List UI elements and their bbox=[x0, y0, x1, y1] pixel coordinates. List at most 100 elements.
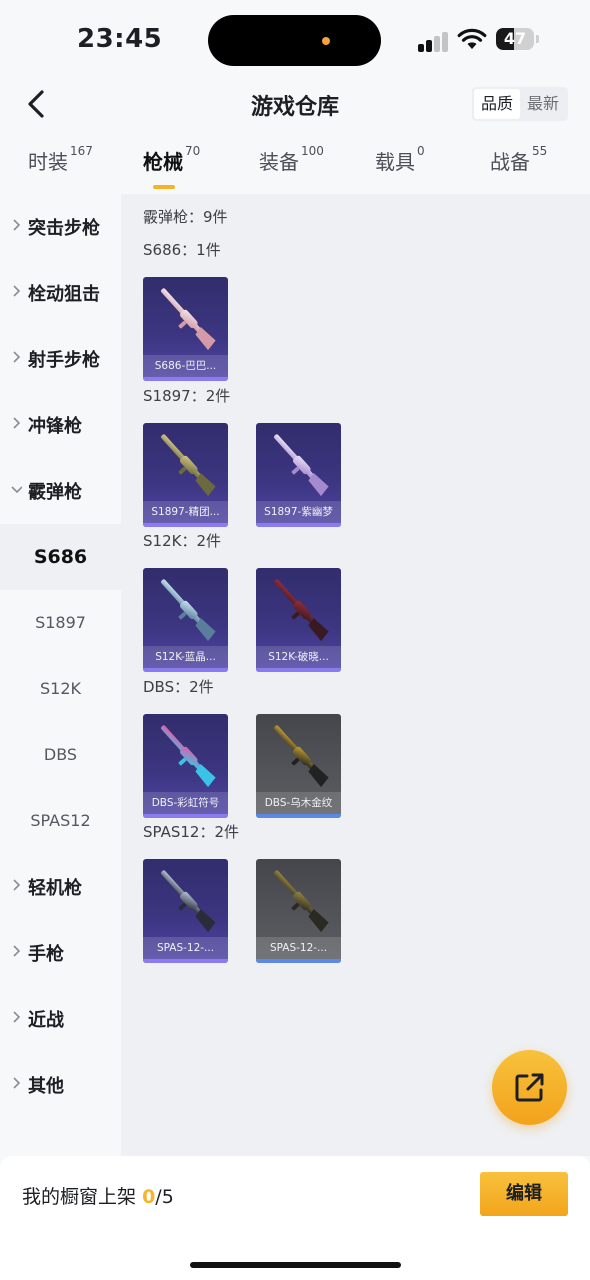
rarity-bar bbox=[143, 523, 228, 527]
sidebar-subcategory[interactable]: SPAS12 bbox=[0, 788, 121, 854]
item-card[interactable]: S12K-蓝晶... bbox=[143, 568, 228, 672]
share-button[interactable] bbox=[492, 1050, 567, 1125]
sidebar: 突击步枪栓动狙击射手步枪冲锋枪霰弹枪 S686 S1897 S12K DBS SPAS12… bbox=[0, 194, 121, 1156]
group-title: DBS：2件 bbox=[143, 678, 214, 696]
tab-1[interactable]: 枪械 70 bbox=[143, 144, 201, 175]
item-name: DBS-彩虹符号 bbox=[143, 792, 228, 814]
tab-2[interactable]: 装备 100 bbox=[259, 144, 324, 175]
weapon-image bbox=[160, 579, 216, 642]
sidebar-category[interactable]: 霰弹枪 bbox=[0, 458, 121, 524]
sidebar-category[interactable]: 近战 bbox=[0, 986, 121, 1052]
sidebar-category[interactable]: 冲锋枪 bbox=[0, 392, 121, 458]
sidebar-subcategory[interactable]: DBS bbox=[0, 722, 121, 788]
item-name: S1897-精团... bbox=[143, 501, 228, 523]
chevron-right-icon bbox=[13, 945, 21, 957]
item-name: DBS-乌木金纹 bbox=[256, 792, 341, 814]
tab-label: 枪械 bbox=[143, 150, 183, 174]
group-title: S1897：2件 bbox=[143, 387, 231, 405]
sidebar-category-label: 冲锋枪 bbox=[28, 416, 82, 437]
sidebar-category-label: 近战 bbox=[28, 1010, 64, 1031]
item-card[interactable]: SPAS-12-... bbox=[256, 859, 341, 963]
item-name: SPAS-12-... bbox=[256, 937, 341, 959]
weapon-image bbox=[273, 870, 329, 933]
group-title: SPAS12：2件 bbox=[143, 823, 240, 841]
item-card[interactable]: DBS-乌木金纹 bbox=[256, 714, 341, 818]
status-time: 23:45 bbox=[77, 24, 163, 54]
tab-label: 时装 bbox=[28, 150, 68, 174]
home-indicator[interactable] bbox=[190, 1262, 401, 1268]
sidebar-category-label: 手枪 bbox=[28, 944, 64, 965]
weapon-image bbox=[160, 725, 216, 788]
sidebar-subcategory[interactable]: S1897 bbox=[0, 590, 121, 656]
sidebar-category[interactable]: 突击步枪 bbox=[0, 194, 121, 260]
tab-count: 0 bbox=[417, 144, 425, 158]
showcase-total: /5 bbox=[155, 1186, 174, 1208]
sidebar-category[interactable]: 栓动狙击 bbox=[0, 260, 121, 326]
share-icon bbox=[515, 1073, 544, 1102]
tab-3[interactable]: 载具 0 bbox=[375, 144, 425, 175]
tab-label: 载具 bbox=[375, 150, 415, 174]
tab-label: 战备 bbox=[490, 150, 530, 174]
wifi-icon bbox=[457, 28, 487, 49]
rarity-bar bbox=[256, 814, 341, 818]
sidebar-category[interactable]: 射手步枪 bbox=[0, 326, 121, 392]
dynamic-island bbox=[208, 15, 381, 66]
tab-count: 70 bbox=[185, 144, 201, 158]
chevron-right-icon bbox=[13, 417, 21, 429]
weapon-image bbox=[273, 725, 329, 788]
sidebar-category-label: 轻机枪 bbox=[28, 878, 82, 899]
item-card[interactable]: S12K-破晓... bbox=[256, 568, 341, 672]
sidebar-category-label: 栓动狙击 bbox=[28, 284, 100, 305]
item-card[interactable]: S686-巴巴... bbox=[143, 277, 228, 381]
sidebar-subcategory[interactable]: S12K bbox=[0, 656, 121, 722]
rarity-bar bbox=[143, 668, 228, 672]
chevron-right-icon bbox=[13, 1077, 21, 1089]
sidebar-category-label: 射手步枪 bbox=[28, 350, 100, 371]
rarity-bar bbox=[143, 377, 228, 381]
rarity-bar bbox=[256, 523, 341, 527]
tab-4[interactable]: 战备 55 bbox=[490, 144, 548, 175]
item-card[interactable]: S1897-精团... bbox=[143, 423, 228, 527]
group-title: S12K：2件 bbox=[143, 532, 221, 550]
rarity-bar bbox=[256, 959, 341, 963]
weapon-image bbox=[160, 434, 216, 497]
sidebar-subcategory[interactable]: S686 bbox=[0, 524, 121, 590]
chevron-right-icon bbox=[13, 285, 21, 297]
sort-latest-button[interactable]: 最新 bbox=[520, 89, 566, 119]
edit-button[interactable]: 编辑 bbox=[480, 1172, 568, 1216]
category-tabs: 时装 167 枪械 70 装备 100 载具 0 战备 55 bbox=[0, 144, 590, 190]
status-bar: 23:45 47 bbox=[0, 0, 590, 80]
sidebar-category[interactable]: 轻机枪 bbox=[0, 854, 121, 920]
item-name: SPAS-12-... bbox=[143, 937, 228, 959]
chevron-right-icon bbox=[13, 1011, 21, 1023]
rarity-bar bbox=[143, 959, 228, 963]
showcase-label: 我的橱窗上架 bbox=[22, 1186, 137, 1208]
weapon-image bbox=[273, 579, 329, 642]
group-title: S686：1件 bbox=[143, 241, 221, 259]
weapon-image bbox=[273, 434, 329, 497]
item-grid: 霰弹枪：9件 S686：1件 S686-巴巴... S1897：2件 S1897-精团… bbox=[121, 194, 590, 1156]
battery-icon: 47 bbox=[496, 28, 534, 50]
chevron-down-icon bbox=[11, 486, 22, 494]
sidebar-category[interactable]: 其他 bbox=[0, 1052, 121, 1118]
showcase-count: 0 bbox=[142, 1186, 156, 1208]
item-card[interactable]: S1897-紫幽梦 bbox=[256, 423, 341, 527]
item-name: S12K-蓝晶... bbox=[143, 646, 228, 668]
sidebar-category-label: 突击步枪 bbox=[28, 218, 100, 239]
sort-toggle: 品质 最新 bbox=[472, 87, 568, 121]
sort-quality-button[interactable]: 品质 bbox=[474, 89, 520, 119]
chevron-right-icon bbox=[13, 351, 21, 363]
sidebar-category-label: 其他 bbox=[28, 1076, 64, 1097]
tab-0[interactable]: 时装 167 bbox=[28, 144, 93, 175]
active-tab-indicator bbox=[153, 185, 175, 189]
rarity-bar bbox=[256, 668, 341, 672]
item-card[interactable]: DBS-彩虹符号 bbox=[143, 714, 228, 818]
tab-count: 55 bbox=[532, 144, 548, 158]
item-card[interactable]: SPAS-12-... bbox=[143, 859, 228, 963]
chevron-right-icon bbox=[13, 219, 21, 231]
category-summary: 霰弹枪：9件 bbox=[143, 208, 228, 226]
sidebar-category[interactable]: 手枪 bbox=[0, 920, 121, 986]
showcase-status: 我的橱窗上架 0/5 bbox=[22, 1182, 174, 1209]
weapon-image bbox=[160, 870, 216, 933]
chevron-right-icon bbox=[13, 879, 21, 891]
